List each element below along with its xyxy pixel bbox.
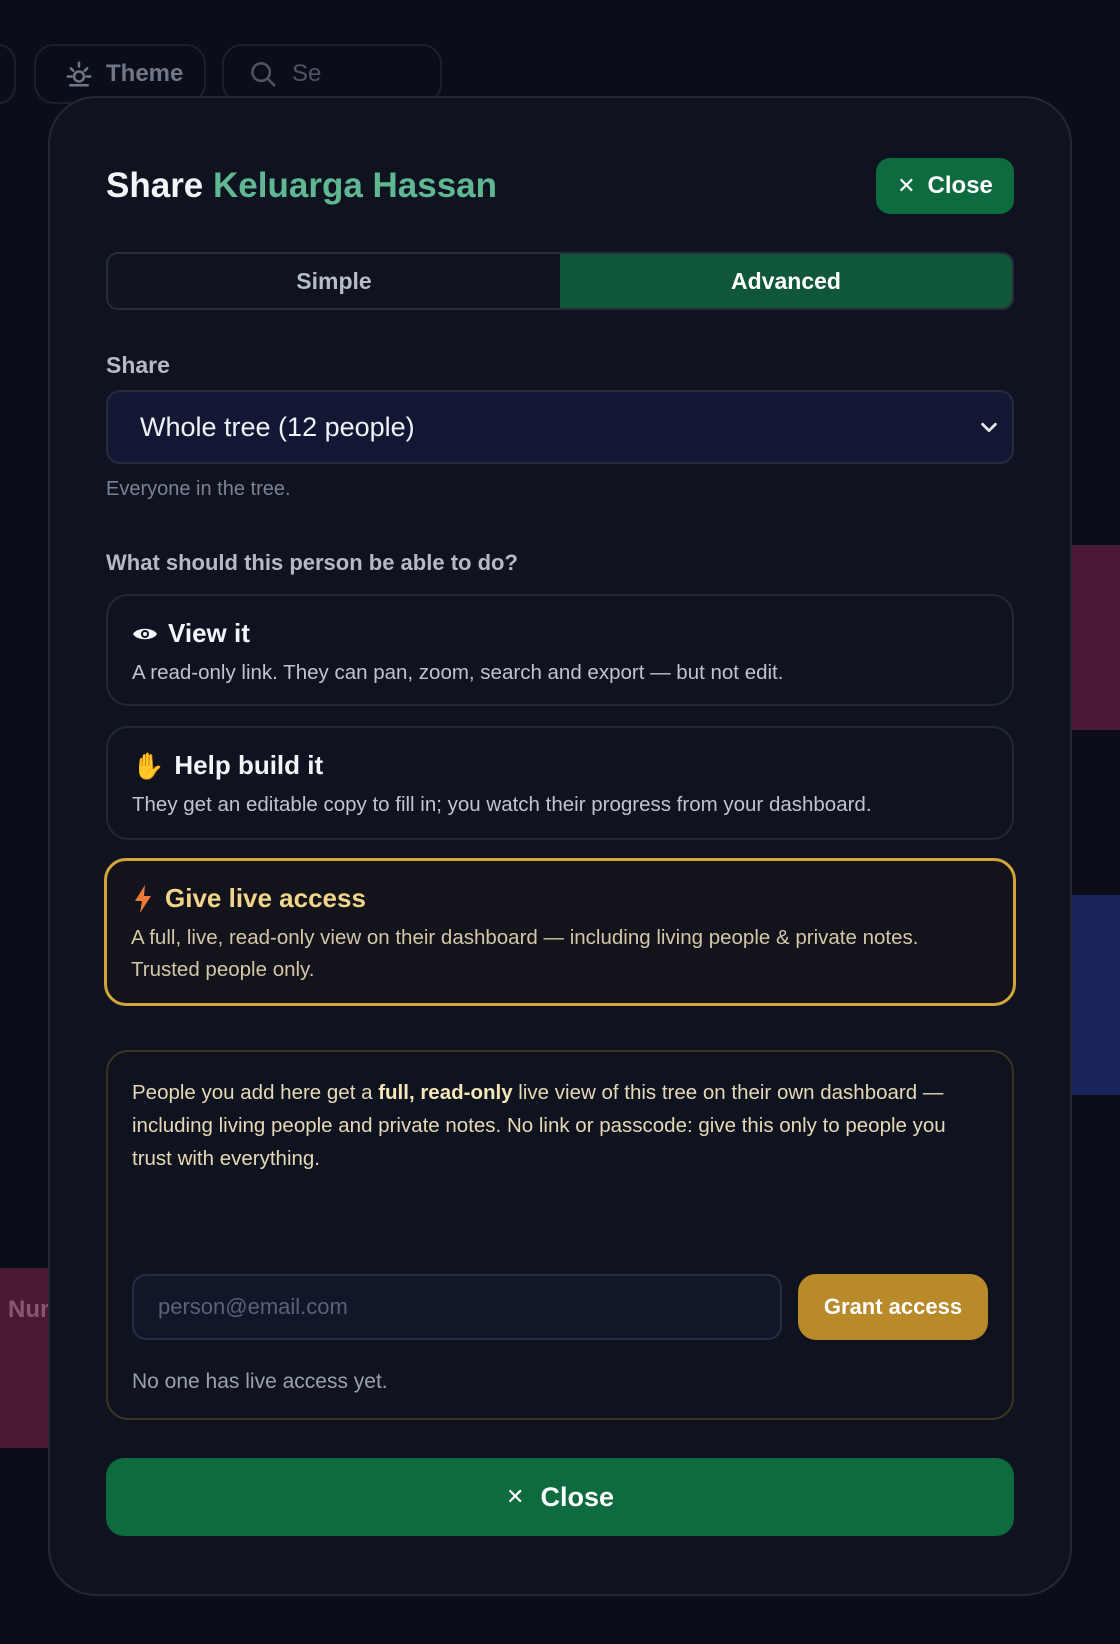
close-icon: ✕ (506, 1484, 525, 1509)
title-prefix: Share (106, 166, 204, 205)
theme-button[interactable]: Theme (34, 44, 206, 104)
search-placeholder: Se (292, 60, 322, 87)
live-access-panel: People you add here get a full, read-onl… (106, 1050, 1014, 1420)
sun-icon (66, 61, 92, 87)
live-access-empty-state: No one has live access yet. (132, 1370, 388, 1393)
tab-simple[interactable]: Simple (108, 254, 560, 308)
option-description: A full, live, read-only view on their da… (131, 926, 919, 981)
option-title-text: View it (168, 618, 250, 648)
share-dialog: Share Keluarga Hassan ✕ Close Simple Adv… (48, 96, 1072, 1596)
option-title-text: Help build it (174, 750, 324, 780)
close-label: Close (540, 1481, 614, 1512)
dialog-header: Share Keluarga Hassan ✕ Close (106, 156, 1014, 216)
share-scope-value: Whole tree (12 people) (140, 411, 415, 442)
tab-advanced[interactable]: Advanced (560, 254, 1012, 308)
tree-name: Keluarga Hassan (213, 166, 498, 205)
option-description: A read-only link. They can pan, zoom, se… (132, 661, 784, 684)
option-title-text: Give live access (165, 883, 366, 913)
share-scope-hint: Everyone in the tree. (106, 478, 291, 500)
theme-label: Theme (106, 60, 184, 87)
dialog-title: Share Keluarga Hassan (106, 166, 497, 206)
email-field[interactable] (132, 1274, 782, 1340)
background-card-label: Nur (8, 1296, 50, 1323)
permission-question: What should this person be able to do? (106, 550, 518, 575)
option-title: View it (132, 618, 988, 649)
option-view-it[interactable]: View it A read-only link. They can pan, … (106, 594, 1014, 706)
close-label: Close (927, 172, 993, 199)
share-scope-select[interactable]: Whole tree (12 people) (106, 390, 1014, 464)
search-icon (251, 62, 276, 87)
option-description: They get an editable copy to fill in; yo… (132, 793, 872, 816)
background-pill (0, 44, 16, 104)
raised-hand-icon: ✋ (132, 750, 165, 781)
grant-access-row: Grant access (132, 1274, 988, 1340)
live-access-explanation: People you add here get a full, read-onl… (132, 1076, 988, 1175)
share-label: Share (106, 352, 170, 378)
background-person-card (1065, 895, 1120, 1095)
eye-icon (133, 628, 157, 639)
option-title: ✋ Help build it (132, 750, 988, 781)
close-icon: ✕ (897, 173, 916, 198)
close-button[interactable]: ✕ Close (876, 158, 1014, 214)
option-give-live-access[interactable]: Give live access A full, live, read-only… (104, 858, 1016, 1006)
explanation-text: People you add here get a (132, 1081, 379, 1104)
background-search[interactable]: Se (222, 44, 442, 104)
option-help-build-it[interactable]: ✋ Help build it They get an editable cop… (106, 726, 1014, 840)
lightning-icon (135, 884, 151, 913)
grant-access-button[interactable]: Grant access (798, 1274, 988, 1340)
explanation-emphasis: full, read-only (378, 1081, 513, 1104)
chevron-down-icon (981, 422, 997, 433)
background-person-card (1065, 545, 1120, 730)
close-button-bottom[interactable]: ✕ Close (106, 1458, 1014, 1536)
option-title: Give live access (131, 883, 989, 914)
mode-tabs: Simple Advanced (106, 252, 1014, 310)
